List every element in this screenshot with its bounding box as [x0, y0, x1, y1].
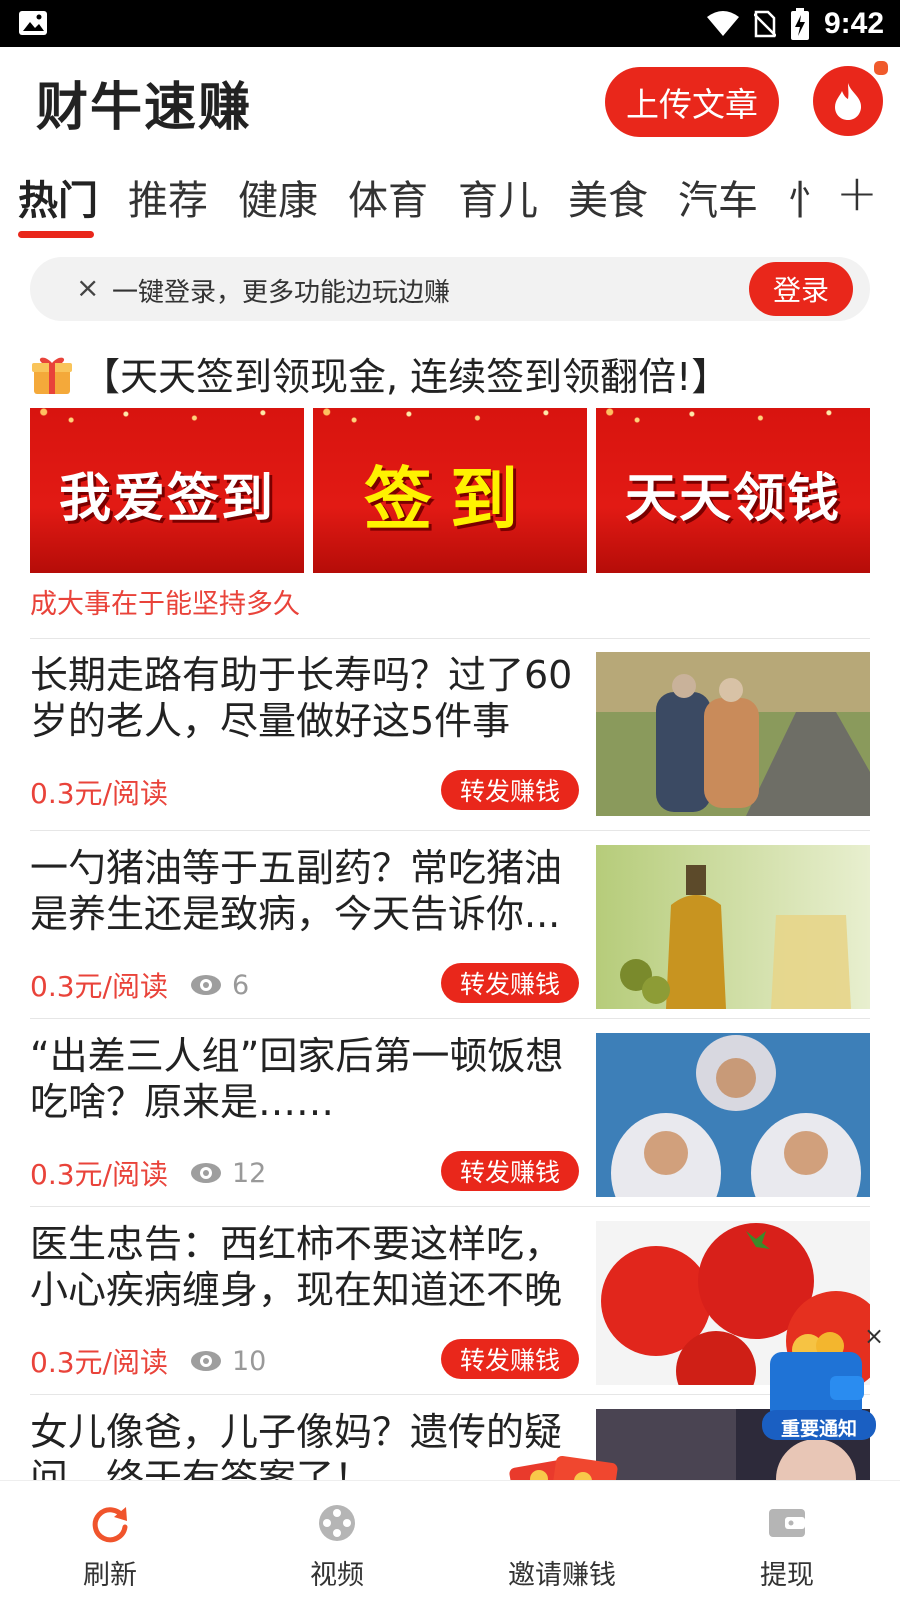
fireworks-decoration	[596, 408, 870, 448]
nav-invite-earn[interactable]: 邀请赚钱	[487, 1481, 637, 1601]
tab-food[interactable]: 美食	[568, 168, 648, 226]
tab-hot[interactable]: 热门	[18, 168, 98, 226]
important-notice-widget[interactable]: 重要通知	[760, 1330, 878, 1450]
tab-parenting[interactable]: 育儿	[458, 168, 538, 226]
tab-partial[interactable]: 忄	[788, 168, 810, 226]
article-thumbnail[interactable]	[596, 652, 870, 816]
nav-label: 刷新	[83, 1560, 137, 1591]
tab-health[interactable]: 健康	[238, 168, 318, 226]
checkin-banner-3[interactable]: 天天领钱	[596, 408, 870, 573]
notification-dot	[872, 59, 890, 77]
divider	[30, 1394, 870, 1395]
login-button[interactable]: 登录	[749, 262, 853, 316]
article-title[interactable]: 医生忠告：西红柿不要这样吃，小心疾病缠身，现在知道还不晚	[30, 1221, 575, 1313]
checkin-banner-2[interactable]: 签到	[313, 408, 587, 573]
share-earn-button[interactable]: 转发赚钱	[441, 770, 579, 810]
divider	[30, 1018, 870, 1019]
article-item[interactable]: 长期走路有助于长寿吗？过了60岁的老人，尽量做好这5件事 0.3元/阅读 转发赚…	[0, 642, 900, 832]
view-count-value: 10	[231, 1345, 267, 1377]
eye-icon	[190, 1163, 221, 1183]
nav-label: 提现	[760, 1560, 814, 1591]
banner-text: 天天领钱	[624, 469, 841, 529]
eye-icon	[190, 1351, 221, 1371]
view-count-value: 12	[231, 1157, 267, 1189]
share-earn-button[interactable]: 转发赚钱	[441, 1339, 579, 1379]
article-title[interactable]: 长期走路有助于长寿吗？过了60岁的老人，尽量做好这5件事	[30, 652, 575, 744]
divider	[30, 638, 870, 639]
add-category-button[interactable]: +	[836, 164, 878, 222]
flame-icon	[835, 83, 862, 120]
wallet-icon	[769, 1509, 805, 1537]
image-notification-icon	[19, 11, 47, 35]
tab-recommend[interactable]: 推荐	[128, 168, 208, 226]
article-meta: 0.3元/阅读 12	[30, 1153, 266, 1193]
active-tab-indicator	[18, 231, 94, 238]
view-count: 10	[190, 1346, 266, 1377]
view-count: 12	[190, 1158, 266, 1189]
article-item[interactable]: 一勺猪油等于五副药？常吃猪油是养生还是致病，今天告诉你... 0.3元/阅读 6…	[0, 835, 900, 1025]
article-price: 0.3元/阅读	[30, 777, 168, 810]
article-price: 0.3元/阅读	[30, 1158, 168, 1191]
fireworks-decoration	[30, 408, 304, 448]
share-earn-button[interactable]: 转发赚钱	[441, 963, 579, 1003]
app-title: 财牛速赚	[36, 78, 253, 138]
banner-text: 我爱签到	[58, 469, 275, 529]
close-icon[interactable]: ×	[76, 271, 99, 304]
divider	[30, 830, 870, 831]
nav-withdraw[interactable]: 提现	[712, 1481, 862, 1601]
share-earn-button[interactable]: 转发赚钱	[441, 1151, 579, 1191]
article-thumbnail[interactable]	[596, 845, 870, 1009]
promo-title-text: 【天天签到领现金, 连续签到领翻倍!】	[82, 355, 730, 399]
article-meta: 0.3元/阅读 6	[30, 965, 249, 1005]
view-count: 6	[190, 970, 249, 1001]
checkin-banner-1[interactable]: 我爱签到	[30, 408, 304, 573]
login-prompt-text: 一键登录，更多功能边玩边赚	[112, 278, 451, 308]
battery-charging-icon	[790, 7, 809, 40]
promo-subtitle: 成大事在于能坚持多久	[30, 589, 300, 620]
gift-icon	[32, 357, 72, 394]
divider	[30, 1206, 870, 1207]
wifi-icon	[706, 10, 739, 36]
tab-cars[interactable]: 汽车	[678, 168, 758, 226]
login-prompt-bar: × 一键登录，更多功能边玩边赚 登录	[30, 257, 870, 321]
article-title[interactable]: 一勺猪油等于五副药？常吃猪油是养生还是致病，今天告诉你...	[30, 845, 575, 937]
eye-icon	[190, 975, 221, 995]
nav-label: 邀请赚钱	[508, 1560, 616, 1591]
article-item[interactable]: “出差三人组”回家后第一顿饭想吃啥？原来是…… 0.3元/阅读 12 转发赚钱	[0, 1023, 900, 1213]
article-thumbnail[interactable]	[596, 1033, 870, 1197]
fireworks-decoration	[313, 408, 587, 448]
banner-text: 签到	[363, 461, 536, 540]
upload-article-button[interactable]: 上传文章	[605, 67, 779, 137]
notice-label: 重要通知	[780, 1418, 857, 1440]
status-bar: 9:42	[0, 0, 900, 47]
clock: 9:42	[823, 6, 884, 40]
nav-label: 视频	[310, 1560, 364, 1591]
promo-title[interactable]: 【天天签到领现金, 连续签到领翻倍!】	[30, 346, 729, 401]
article-price: 0.3元/阅读	[30, 1346, 168, 1379]
article-meta: 0.3元/阅读	[30, 772, 168, 812]
app-header: 财牛速赚 上传文章	[0, 47, 900, 155]
no-sim-icon	[753, 10, 776, 37]
article-meta: 0.3元/阅读 10	[30, 1341, 266, 1381]
tab-sports[interactable]: 体育	[348, 168, 428, 226]
nav-video[interactable]: 视频	[262, 1481, 412, 1601]
view-count-value: 6	[231, 969, 250, 1001]
film-reel-icon	[319, 1505, 355, 1541]
article-price: 0.3元/阅读	[30, 970, 168, 1003]
nav-refresh[interactable]: 刷新	[35, 1481, 185, 1601]
hot-button[interactable]	[813, 66, 883, 136]
refresh-icon	[92, 1507, 128, 1543]
bottom-navigation: 刷新 视频 邀请赚钱 提现	[0, 1480, 900, 1601]
article-title[interactable]: 女儿像爸，儿子像妈？遗传的疑问，终于有答案了！	[30, 1409, 575, 1480]
category-tabs: 热门 推荐 健康 体育 育儿 美食 汽车 忄 +	[0, 160, 900, 240]
article-title[interactable]: “出差三人组”回家后第一顿饭想吃啥？原来是……	[30, 1033, 575, 1125]
